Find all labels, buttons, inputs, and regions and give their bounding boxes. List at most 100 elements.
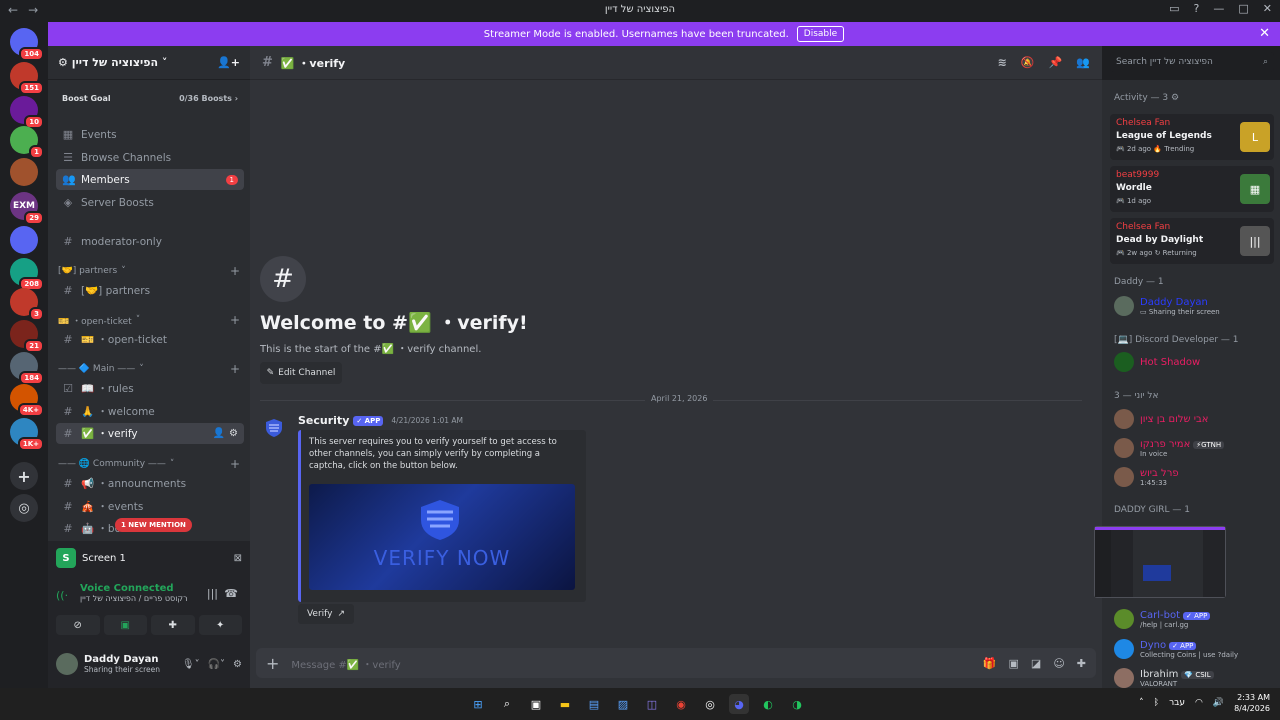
nav-events[interactable]: ▦ Events [56,124,244,145]
category-partners[interactable]: [🤝] partners ˅ + [58,263,240,279]
microphone-icon[interactable]: 🎙˅ [182,659,200,670]
member-list-icon[interactable]: 👥 [1076,56,1090,69]
member-hot-shadow[interactable]: Hot Shadow [1114,349,1274,375]
channel-open-ticket[interactable]: # 🎫 ・open-ticket [56,329,244,350]
gear-icon[interactable]: ⚙ [233,659,242,670]
camera-off-button[interactable]: ⊘ [56,615,100,635]
activity-card[interactable]: Chelsea Fan League of Legends 🎮 2d ago 🔥 T… [1110,114,1274,160]
disable-streamer-button[interactable]: Disable [796,26,845,42]
member-item[interactable]: Dyno ✓ APP Collecting Coins | use ?daily [1114,636,1274,662]
edit-channel-button[interactable]: ✎ Edit Channel [260,362,342,384]
soundboard-button[interactable]: ✦ [198,615,242,635]
discover-icon[interactable]: ◎ [10,494,38,522]
server-icon[interactable]: 208 [10,258,44,291]
wifi-icon[interactable]: ◠ [1195,698,1203,708]
pin-icon[interactable]: 📌 [1049,56,1063,69]
channel-verify[interactable]: # ✅ ・verify 👤 ⚙ [56,423,244,444]
channel-announcements[interactable]: # 📢 ・announcments [56,473,244,494]
activity-card[interactable]: beat9999 Wordle 🎮 1d ago ▦ [1110,166,1274,212]
server-icon[interactable] [10,226,38,254]
gear-icon[interactable]: ⚙ [1171,93,1179,103]
message-composer[interactable]: + Message #✅ ・verify 🎁 ▣ ◪ ☺ ✚ [256,648,1096,678]
channel-events[interactable]: # 🎪 ・events [56,496,244,517]
server-icon[interactable]: 1 [10,126,44,159]
server-icon[interactable]: 3 [10,288,44,321]
help-icon[interactable]: ? [1194,2,1200,15]
clock[interactable]: 2:33 AM 8/4/2026 [1234,692,1270,714]
notifications-muted-icon[interactable]: 🔕 [1021,56,1035,69]
verify-now-image[interactable]: VERIFY NOW [309,484,575,590]
category-open-ticket[interactable]: 🎫 ・open-ticket ˅ + [58,312,240,328]
add-channel-icon[interactable]: + [230,264,240,278]
member-item[interactable]: פרל ביוש 1:45:33 [1114,464,1274,490]
channel-moderator-only[interactable]: # moderator-only [56,231,244,252]
add-channel-icon[interactable]: + [230,457,240,471]
close-preview-icon[interactable]: ⊠ [234,553,242,564]
discord-icon[interactable]: ◕ [729,694,749,714]
gif-icon[interactable]: ▣ [1009,657,1019,670]
discord-home-icon[interactable]: 104 [10,28,44,61]
screen-share-row[interactable]: S Screen 1 ⊠ [56,547,242,569]
chrome-icon[interactable]: ◉ [671,694,691,714]
security-avatar-icon[interactable] [262,416,286,440]
stop-stream-button[interactable]: ▣ [103,615,147,635]
activities-button[interactable]: ✚ [151,615,195,635]
member-item[interactable]: Carl-bot ✓ APP/help | carl.gg [1114,606,1274,632]
stream-preview[interactable] [1094,526,1226,598]
new-mention-pill[interactable]: 1 NEW MENTION [115,518,192,532]
gift-icon[interactable]: 🎁 [983,657,997,670]
channel-rules[interactable]: ☑ 📖 ・rules [56,378,244,399]
invite-icon[interactable]: 👤 [213,428,225,439]
start-icon[interactable]: ⊞ [468,694,488,714]
chevron-up-icon[interactable]: ˄ [1139,698,1144,708]
store-icon[interactable]: ▤ [584,694,604,714]
channel-partners[interactable]: # [🤝] partners [56,280,244,301]
disconnect-icon[interactable]: ☎ [224,587,238,600]
server-icon[interactable]: 151 [10,62,44,95]
maximize-button[interactable]: □ [1238,2,1248,15]
server-icon[interactable]: 4K+ [10,384,44,417]
headphones-icon[interactable]: 🎧˅ [208,659,225,670]
nav-members[interactable]: 👥 Members 1 [56,169,244,190]
edge-dev-icon[interactable]: ◐ [758,694,778,714]
edge-icon[interactable]: ◑ [787,694,807,714]
activity-card[interactable]: Chelsea Fan Dead by Daylight 🎮 2w ago ↻ Re… [1110,218,1274,264]
message-input[interactable]: Message #✅ ・verify [291,656,400,671]
github-icon[interactable]: ◎ [700,694,720,714]
volume-icon[interactable]: 🔊 [1213,698,1224,708]
server-icon[interactable]: 10 [10,96,44,129]
close-window-button[interactable]: ✕ [1263,2,1272,15]
nav-browse-channels[interactable]: ☰ Browse Channels [56,147,244,168]
add-server-icon[interactable]: + [10,462,38,490]
server-icon[interactable]: EXM 29 [10,192,44,225]
emoji-icon[interactable]: ☺ [1053,657,1064,670]
member-item[interactable]: אמיר פרנקו ⚡GTNH In voice [1114,435,1274,461]
server-icon[interactable] [10,158,38,186]
app-icon[interactable]: ◫ [642,694,662,714]
user-panel[interactable]: Daddy Dayan Sharing their screen 🎙˅ 🎧˅ ⚙ [56,649,242,679]
threads-icon[interactable]: ≋ [998,56,1007,69]
noise-suppression-icon[interactable]: ||| [207,587,218,600]
photos-icon[interactable]: ▨ [613,694,633,714]
invite-icon[interactable]: 👤+ [217,56,240,69]
language-indicator[interactable]: עבר [1169,698,1185,708]
message-author[interactable]: Security [298,414,349,427]
member-daddy-dayan[interactable]: Daddy Dayan ▭ Sharing their screen [1114,293,1274,319]
attach-plus-icon[interactable]: + [266,654,279,673]
apps-icon[interactable]: ✚ [1077,657,1086,670]
member-item[interactable]: אבי שלום בן ציון [1114,406,1274,432]
sticker-icon[interactable]: ◪ [1031,657,1041,670]
verify-button[interactable]: Verify ↗ [298,604,354,624]
server-icon[interactable]: 184 [10,352,44,385]
add-channel-icon[interactable]: + [230,362,240,376]
add-channel-icon[interactable]: + [230,313,240,327]
channel-welcome[interactable]: # 🙏 ・welcome [56,401,244,422]
category-community[interactable]: —— 🌐 Community —— ˅ + [58,456,240,472]
inbox-icon[interactable]: ▭ [1169,2,1179,15]
server-icon[interactable]: 21 [10,320,44,353]
minimize-button[interactable]: — [1213,2,1224,15]
category-main[interactable]: —— 🔷 Main —— ˅ + [58,361,240,377]
file-explorer-icon[interactable]: ▬ [555,694,575,714]
close-banner-icon[interactable]: ✕ [1259,26,1270,41]
nav-server-boosts[interactable]: ◈ Server Boosts [56,192,244,213]
